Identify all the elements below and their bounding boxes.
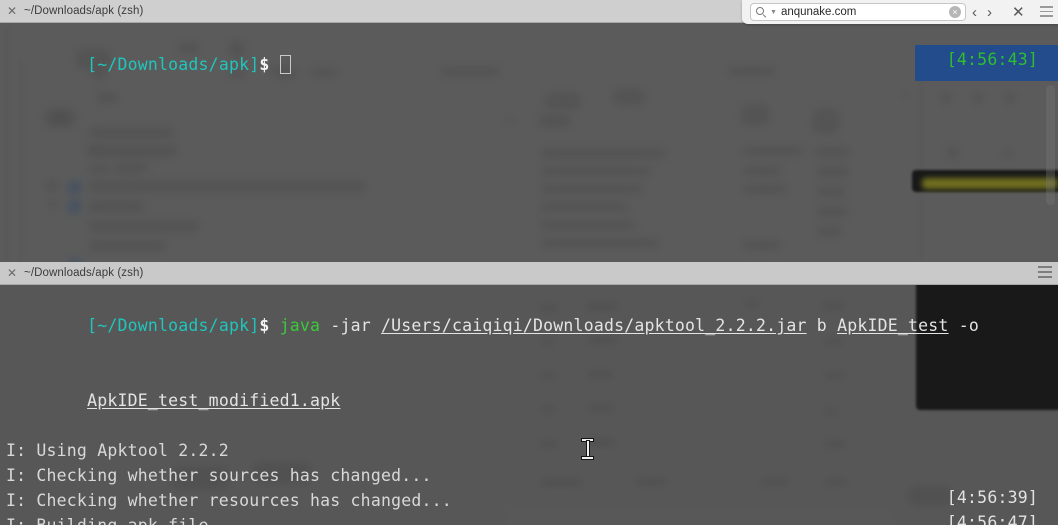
window-title: ~/Downloads/apk (zsh) xyxy=(24,5,144,17)
output-text: I: Building apk file... xyxy=(6,516,239,525)
prompt-dollar: $ xyxy=(259,55,270,74)
terminal-window-top[interactable]: ✕ ~/Downloads/apk (zsh) [~/Downloads/apk… xyxy=(0,0,1058,262)
find-close-button[interactable]: ✕ xyxy=(1012,5,1025,20)
command-flag: -o xyxy=(958,316,979,335)
find-next-button[interactable]: › xyxy=(987,5,992,20)
scrollbar-top[interactable] xyxy=(1046,85,1055,205)
command-output-filename: ApkIDE_test_modified1.apk xyxy=(87,391,341,410)
hamburger-icon[interactable] xyxy=(1038,266,1052,278)
prompt-dollar: $ xyxy=(259,316,270,335)
screen: ✕ ~/Downloads/apk (zsh) [~/Downloads/apk… xyxy=(0,0,1058,525)
terminal-output-line: I: Checking whether sources has changed.… xyxy=(0,463,1058,488)
terminal-output-line: I: Building apk file... xyxy=(0,513,1058,525)
mouse-ibeam-cursor xyxy=(582,439,593,459)
output-text: I: Checking whether resources has change… xyxy=(6,491,452,510)
shell-prompt: [~/Downloads/apk] xyxy=(87,316,260,335)
terminal-output-bottom[interactable]: [~/Downloads/apk]$ java -jar /Users/caiq… xyxy=(0,285,1058,525)
search-input-value[interactable]: anqunake.com xyxy=(781,6,949,18)
terminal-command-line: [~/Downloads/apk]$ java -jar /Users/caiq… xyxy=(0,285,1058,363)
command-subcommand: b xyxy=(816,316,827,335)
terminal-output-line: I: Checking whether resources has change… xyxy=(0,488,1058,513)
window-title: ~/Downloads/apk (zsh) xyxy=(24,267,144,279)
timestamp-prompt-1: [4:56:39] xyxy=(946,488,1038,507)
output-text: I: Checking whether sources has changed.… xyxy=(6,466,432,485)
clear-search-icon[interactable]: × xyxy=(949,6,961,18)
close-icon[interactable]: ✕ xyxy=(0,0,24,22)
titlebar-bottom[interactable]: ✕ ~/Downloads/apk (zsh) xyxy=(0,262,1058,285)
terminal-output-top[interactable]: [~/Downloads/apk]$ [4:56:43] xyxy=(0,23,1058,262)
find-navigation[interactable]: ‹ › ✕ xyxy=(972,5,1025,20)
command-target: ApkIDE_test xyxy=(837,316,949,335)
output-text: I: Using Apktool 2.2.2 xyxy=(6,441,229,460)
terminal-prompt-line: [~/Downloads/apk]$ xyxy=(0,23,1058,102)
terminal-window-bottom[interactable]: ✕ ~/Downloads/apk (zsh) [~/Downloads/apk… xyxy=(0,262,1058,525)
command-path: /Users/caiqiqi/Downloads/apktool_2.2.2.j… xyxy=(381,316,807,335)
find-previous-button[interactable]: ‹ xyxy=(972,5,977,20)
shell-prompt: [~/Downloads/apk] xyxy=(87,55,260,74)
terminal-cursor xyxy=(279,55,291,74)
terminal-command-line-wrapped: ApkIDE_test_modified1.apk xyxy=(0,363,1058,438)
command-name: java xyxy=(279,316,321,335)
search-input[interactable]: ▼ anqunake.com × xyxy=(750,3,966,21)
timestamp-top: [4:56:43] xyxy=(946,50,1038,69)
search-icon xyxy=(755,6,768,19)
command-arg-jar: -jar xyxy=(330,316,371,335)
chevron-down-icon[interactable]: ▼ xyxy=(770,9,777,16)
close-icon[interactable]: ✕ xyxy=(0,262,24,284)
hamburger-icon[interactable] xyxy=(1040,6,1053,17)
terminal-output-line: I: Using Apktool 2.2.2 xyxy=(0,438,1058,463)
timestamp-prompt-2: [4:56:47] xyxy=(946,513,1038,525)
find-bar[interactable]: ▼ anqunake.com × ‹ › ✕ xyxy=(742,0,1058,24)
